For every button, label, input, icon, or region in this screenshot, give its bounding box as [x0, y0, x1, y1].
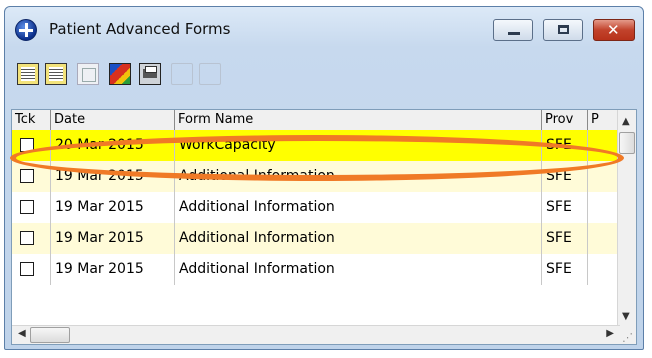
row-checkbox[interactable]: [20, 169, 34, 183]
column-header-form-name[interactable]: Form Name: [175, 110, 542, 130]
highlight-annotation: [10, 135, 624, 181]
tck-cell[interactable]: [12, 254, 51, 285]
form-name-cell: Additional Information: [175, 192, 542, 223]
prov-cell: SFE: [542, 254, 588, 285]
print-icon[interactable]: [139, 63, 161, 85]
form-view-icon: [77, 63, 99, 85]
form-name-cell: Additional Information: [175, 223, 542, 254]
prov-cell: SFE: [542, 223, 588, 254]
scroll-right-icon[interactable]: ▶: [606, 328, 614, 339]
date-cell: 19 Mar 2015: [51, 192, 175, 223]
form-name-cell: Additional Information: [175, 254, 542, 285]
row-checkbox[interactable]: [20, 200, 34, 214]
maximize-button[interactable]: [543, 19, 583, 41]
column-header-prov[interactable]: Prov: [542, 110, 588, 130]
toolbar: [13, 53, 635, 91]
date-cell: 19 Mar 2015: [51, 254, 175, 285]
p-cell: [588, 192, 618, 223]
column-header-p[interactable]: P: [588, 110, 618, 130]
grid-header: Tck Date Form Name Prov P: [12, 110, 636, 131]
close-button[interactable]: [593, 19, 635, 41]
vertical-scrollbar[interactable]: ▲ ▼: [617, 110, 636, 326]
table-row[interactable]: 19 Mar 2015 Additional Information SFE: [12, 192, 618, 223]
row-checkbox[interactable]: [20, 231, 34, 245]
blank-icon: [199, 63, 221, 85]
column-header-tck[interactable]: Tck: [12, 110, 51, 130]
p-cell: [588, 223, 618, 254]
table-row[interactable]: 19 Mar 2015 Additional Information SFE: [12, 254, 618, 285]
blank-icon: [171, 63, 193, 85]
date-cell: 19 Mar 2015: [51, 223, 175, 254]
tck-cell[interactable]: [12, 192, 51, 223]
form-edit-icon[interactable]: [45, 63, 67, 85]
form-color-icon[interactable]: [109, 63, 131, 85]
tck-cell[interactable]: [12, 223, 51, 254]
minimize-button[interactable]: [493, 19, 533, 41]
title-bar[interactable]: Patient Advanced Forms: [5, 7, 643, 51]
form-new-icon[interactable]: [17, 63, 39, 85]
vertical-scroll-thumb[interactable]: [619, 132, 635, 154]
row-checkbox[interactable]: [20, 262, 34, 276]
horizontal-scrollbar[interactable]: ◀ ▶: [12, 325, 620, 344]
p-cell: [588, 254, 618, 285]
scroll-down-icon[interactable]: ▼: [622, 311, 630, 322]
scroll-up-icon[interactable]: ▲: [622, 116, 630, 127]
scroll-left-icon[interactable]: ◀: [18, 328, 26, 339]
plus-circle-icon: [15, 19, 37, 41]
column-header-date[interactable]: Date: [51, 110, 175, 130]
prov-cell: SFE: [542, 192, 588, 223]
resize-grip-icon[interactable]: [618, 326, 636, 344]
window-title: Patient Advanced Forms: [49, 20, 231, 38]
table-row[interactable]: 19 Mar 2015 Additional Information SFE: [12, 223, 618, 254]
horizontal-scroll-thumb[interactable]: [30, 327, 70, 343]
